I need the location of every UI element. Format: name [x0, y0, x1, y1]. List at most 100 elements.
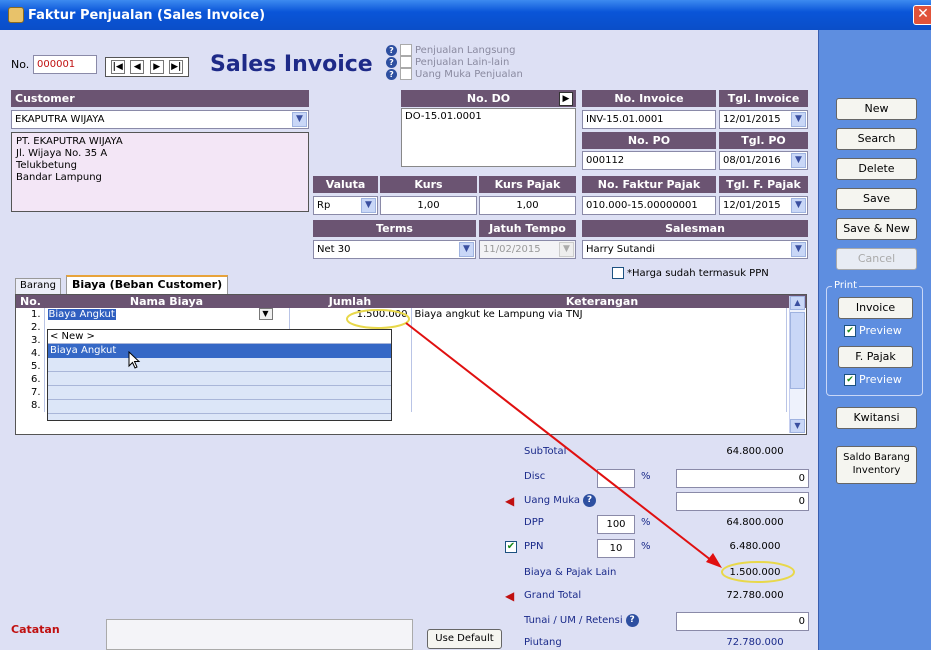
disc-value-input[interactable]: 0	[676, 469, 809, 488]
chevron-down-icon[interactable]: ▼	[791, 198, 806, 213]
uang-muka-input[interactable]: 0	[676, 492, 809, 511]
jumlah-cell[interactable]: 1.500.000	[289, 308, 412, 321]
preview-checkbox[interactable]: ✔	[844, 373, 856, 386]
po-number-field[interactable]: 000112	[582, 151, 716, 170]
grid-scrollbar[interactable]: ▲ ▼	[789, 296, 805, 433]
save-new-button[interactable]: Save & New	[836, 218, 917, 240]
catatan-textarea[interactable]	[106, 619, 413, 650]
dpp-pct-input[interactable]: 100	[597, 515, 635, 534]
app-icon	[8, 7, 24, 23]
last-record-button[interactable]: ▶|	[169, 60, 184, 74]
type-checkbox[interactable]	[400, 44, 412, 56]
type-checkbox[interactable]	[400, 68, 412, 80]
scroll-down-icon[interactable]: ▼	[790, 419, 805, 433]
dropdown-item-new[interactable]: < New >	[48, 330, 391, 344]
ppn-checkbox[interactable]: ✔	[505, 541, 517, 553]
keterangan-cell[interactable]: Biaya angkut ke Lampung via TNJ	[411, 308, 787, 321]
kurs-pajak-input[interactable]: 1,00	[479, 196, 576, 215]
customer-select[interactable]: EKAPUTRA WIJAYA ▼	[11, 110, 309, 129]
biaya-pajak-label: Biaya & Pajak Lain	[524, 567, 617, 578]
kurs-input[interactable]: 1,00	[380, 196, 477, 215]
dpp-pct-symbol: %	[641, 517, 651, 528]
do-list[interactable]: DO-15.01.0001	[401, 108, 576, 167]
subtotal-value: 64.800.000	[726, 446, 784, 457]
uang-muka-label: Uang Muka?	[524, 494, 597, 507]
search-button[interactable]: Search	[836, 128, 917, 150]
ppn-pct-input[interactable]: 10	[597, 539, 635, 558]
scroll-thumb[interactable]	[790, 312, 805, 389]
kurs-header: Kurs	[380, 176, 477, 193]
invoice-number-field[interactable]: INV-15.01.0001	[582, 110, 716, 129]
help-icon[interactable]: ?	[625, 614, 639, 627]
help-icon[interactable]: ?	[386, 68, 397, 80]
next-record-button[interactable]: ▶	[149, 60, 164, 74]
invoice-number-input[interactable]: 000001	[33, 55, 97, 74]
preview-invoice-option[interactable]: ✔ Preview	[844, 324, 902, 337]
table-row[interactable]: 1. Biaya Angkut ▼ 1.500.000 Biaya angkut ke …	[16, 308, 787, 321]
preview-fpajak-option[interactable]: ✔ Preview	[844, 373, 902, 386]
scroll-up-icon[interactable]: ▲	[790, 296, 805, 310]
tunai-input[interactable]: 0	[676, 612, 809, 631]
terms-select[interactable]: Net 30 ▼	[313, 240, 476, 259]
print-fpajak-button[interactable]: F. Pajak	[838, 346, 913, 368]
new-button[interactable]: New	[836, 98, 917, 120]
valuta-header: Valuta	[313, 176, 378, 193]
dropdown-item-biaya-angkut[interactable]: Biaya Angkut	[48, 344, 391, 358]
catatan-label: Catatan	[11, 623, 60, 636]
disc-label: Disc	[524, 471, 546, 482]
pointer-left-icon: ◀	[505, 494, 515, 508]
chevron-down-icon[interactable]: ▼	[459, 242, 474, 257]
faktur-pajak-date-picker[interactable]: 12/01/2015 ▼	[719, 196, 808, 215]
po-date-picker[interactable]: 08/01/2016 ▼	[719, 151, 808, 170]
type-option[interactable]: ? Penjualan Lain-lain	[386, 56, 523, 68]
chevron-down-icon[interactable]: ▼	[361, 198, 376, 213]
jatuh-tempo-header: Jatuh Tempo	[479, 220, 576, 237]
prev-record-button[interactable]: ◀	[130, 60, 145, 74]
print-invoice-button[interactable]: Invoice	[838, 297, 913, 319]
save-button[interactable]: Save	[836, 188, 917, 210]
salesman-select[interactable]: Harry Sutandi ▼	[582, 240, 808, 259]
window-title: Faktur Penjualan (Sales Invoice)	[28, 7, 266, 23]
biaya-pajak-value: 1.500.000	[729, 567, 781, 578]
help-icon[interactable]: ?	[386, 56, 397, 68]
ppn-included-checkbox[interactable]	[612, 267, 624, 279]
tab-barang[interactable]: Barang	[15, 278, 61, 294]
customer-address[interactable]: PT. EKAPUTRA WIJAYA Jl. Wijaya No. 35 A Te…	[11, 132, 309, 212]
kwitansi-button[interactable]: Kwitansi	[836, 407, 917, 429]
type-options: ? Penjualan Langsung ? Penjualan Lain-lain…	[386, 44, 523, 80]
piutang-label: Piutang	[524, 637, 562, 648]
nama-biaya-cell[interactable]: Biaya Angkut ▼	[44, 308, 290, 321]
disc-pct-input[interactable]	[597, 469, 635, 488]
help-icon[interactable]: ?	[583, 494, 597, 507]
col-no: No.	[20, 295, 41, 308]
ppn-included-option[interactable]: *Harga sudah termasuk PPN	[612, 267, 769, 279]
first-record-button[interactable]: |◀	[110, 60, 125, 74]
col-keterangan: Keterangan	[565, 295, 639, 308]
chevron-down-icon[interactable]: ▼	[791, 112, 806, 127]
type-checkbox[interactable]	[400, 56, 412, 68]
chevron-down-icon[interactable]: ▼	[258, 308, 273, 320]
invoice-date-picker[interactable]: 12/01/2015 ▼	[719, 110, 808, 129]
ppn-label: PPN	[524, 541, 544, 552]
help-icon[interactable]: ?	[386, 44, 397, 56]
invoice-header: No. Invoice	[582, 90, 716, 107]
customer-header: Customer	[11, 90, 309, 107]
po-header: No. PO	[582, 132, 716, 149]
delete-button[interactable]: Delete	[836, 158, 917, 180]
chevron-down-icon[interactable]: ▼	[791, 153, 806, 168]
preview-checkbox[interactable]: ✔	[844, 324, 856, 337]
print-group-label: Print	[832, 280, 860, 291]
use-default-button[interactable]: Use Default	[427, 629, 502, 649]
do-header: No. DO	[401, 90, 576, 107]
tab-biaya[interactable]: Biaya (Beban Customer)	[66, 275, 229, 294]
saldo-barang-button[interactable]: Saldo Barang Inventory	[836, 446, 917, 484]
col-nama-biaya: Nama Biaya	[129, 295, 204, 308]
valuta-select[interactable]: Rp ▼	[313, 196, 378, 215]
close-button[interactable]: ✕	[913, 5, 931, 25]
type-option[interactable]: ? Uang Muka Penjualan	[386, 68, 523, 80]
do-lookup-button[interactable]: ▶	[559, 92, 573, 106]
faktur-pajak-input[interactable]: 010.000-15.00000001	[582, 196, 716, 215]
type-option[interactable]: ? Penjualan Langsung	[386, 44, 523, 56]
chevron-down-icon[interactable]: ▼	[292, 112, 307, 127]
chevron-down-icon[interactable]: ▼	[791, 242, 806, 257]
